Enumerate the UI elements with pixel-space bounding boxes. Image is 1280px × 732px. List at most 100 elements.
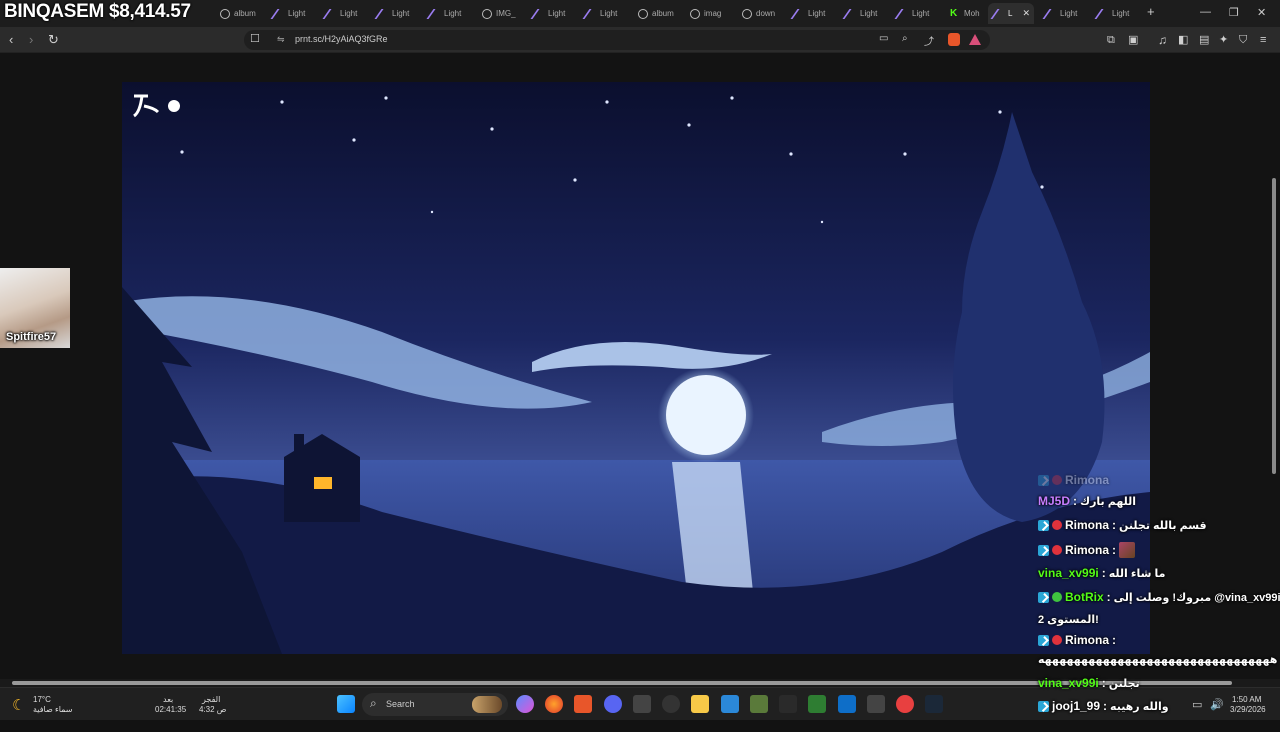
browser-tab[interactable]: Light: [424, 3, 474, 24]
leo-icon[interactable]: ▣: [1128, 32, 1138, 48]
chat-username[interactable]: Rimona: [1065, 518, 1109, 532]
chat-separator: :: [1112, 543, 1117, 557]
moderator-badge-icon: [1038, 519, 1049, 531]
tab-label: album: [234, 9, 256, 18]
browser-tab[interactable]: Light: [1040, 3, 1090, 24]
browser-tab[interactable]: Light: [320, 3, 370, 24]
url-text[interactable]: prnt.sc/H2yAiAQ3fGRe: [295, 34, 388, 44]
brave-rewards-icon[interactable]: [969, 34, 981, 45]
browser-tab[interactable]: Light: [372, 3, 422, 24]
app-icon-4[interactable]: [867, 695, 885, 713]
chat-username[interactable]: vina_xv99i: [1038, 676, 1099, 690]
browser-tab[interactable]: Light: [580, 3, 630, 24]
chat-message: ههههههههههههههههههههههههههههههههه: [1038, 653, 1280, 666]
browser-tab[interactable]: imag: [684, 3, 734, 24]
cast-icon[interactable]: ▭: [879, 33, 888, 44]
browser-tab[interactable]: Light: [840, 3, 890, 24]
forward-icon[interactable]: ›: [29, 32, 33, 48]
pen-icon: [990, 8, 1008, 19]
file-explorer-icon[interactable]: [691, 695, 709, 713]
pen-icon: [374, 8, 392, 19]
close-tab-icon[interactable]: ✕: [1022, 8, 1030, 19]
tab-label: Light: [808, 9, 826, 18]
chat-username[interactable]: BotRix: [1065, 590, 1104, 604]
app-icon-3[interactable]: [779, 695, 797, 713]
chat-username[interactable]: MJ5D: [1038, 494, 1070, 508]
tab-label: imag: [704, 9, 722, 18]
browser-tab[interactable]: Light: [1092, 3, 1142, 24]
start-button-icon[interactable]: [337, 695, 355, 713]
chat-separator: :: [1101, 676, 1106, 690]
reload-icon[interactable]: ↻: [48, 32, 59, 48]
browser-tab[interactable]: Light: [788, 3, 838, 24]
share-icon[interactable]: ⤴: [924, 33, 934, 48]
chat-username[interactable]: vina_xv99i: [1038, 566, 1099, 580]
chat-message: MJ5D : اللهم بارك: [1038, 494, 1280, 508]
search-highlight-icon: [472, 696, 502, 713]
browser-tab[interactable]: K Moh: [944, 3, 994, 24]
obs-icon[interactable]: [662, 695, 680, 713]
moderator-badge-icon: [1038, 474, 1049, 486]
steam-icon[interactable]: [925, 695, 943, 713]
weather-desc[interactable]: سماء صافية: [33, 705, 73, 715]
browser-tab[interactable]: album: [214, 3, 264, 24]
copilot-icon[interactable]: [516, 695, 534, 713]
close-window-button[interactable]: ✕: [1257, 6, 1266, 19]
minimize-button[interactable]: —: [1200, 6, 1211, 18]
brave-shield-icon[interactable]: [948, 33, 960, 46]
vscode-blue-icon[interactable]: [721, 695, 739, 713]
bookmark-icon[interactable]: ☐: [250, 32, 260, 45]
visual-studio-code-icon[interactable]: [838, 695, 856, 713]
browser-tab[interactable]: Light: [268, 3, 318, 24]
excel-icon[interactable]: [808, 695, 826, 713]
kick-icon: K: [950, 7, 958, 19]
globe-icon: [482, 8, 492, 19]
wallet-icon[interactable]: ▤: [1199, 32, 1209, 48]
search-label: Search: [386, 699, 415, 709]
site-info-icon[interactable]: ⇋: [277, 34, 285, 45]
browser-toolbar: ‹ › ↻ ☐ ⇋ prnt.sc/H2yAiAQ3fGRe ▭ ⌕ ⤴ ⧉ ▣…: [0, 27, 1280, 53]
weather-temp[interactable]: 17°C: [33, 695, 51, 705]
chat-separator: :: [1112, 633, 1117, 647]
vertical-scroll-thumb[interactable]: [1272, 178, 1276, 474]
chat-username[interactable]: Rimona: [1065, 543, 1109, 557]
prayer-countdown: 02:41:35: [155, 705, 187, 714]
browser-tab[interactable]: down: [736, 3, 786, 24]
zoom-icon[interactable]: ⌕: [902, 33, 908, 44]
new-tab-button[interactable]: +: [1147, 4, 1155, 19]
chat-text: مبروك! وصلت إلى @vina_xv99i: [1113, 591, 1280, 604]
taskbar-search-box[interactable]: ⌕ Search: [362, 693, 508, 716]
tab-label: album: [652, 9, 674, 18]
menu-icon[interactable]: ≡: [1260, 32, 1266, 48]
tab-label: Light: [444, 9, 462, 18]
browser-tab[interactable]: IMG_: [476, 3, 526, 24]
weather-moon-icon[interactable]: ☾: [12, 696, 25, 714]
webcam-overlay: Spitfire57: [0, 268, 70, 348]
tab-label: Light: [860, 9, 878, 18]
app-icon-1[interactable]: [633, 695, 651, 713]
browser-tab[interactable]: L ✕: [988, 3, 1034, 24]
chat-text: والله رهيبه: [1110, 700, 1169, 713]
chat-username[interactable]: Rimona: [1065, 633, 1109, 647]
sidebar-icon[interactable]: ◧: [1178, 32, 1188, 48]
chat-username[interactable]: jooj1_99: [1052, 699, 1100, 713]
discord-icon[interactable]: [604, 695, 622, 713]
streamer-name: Spitfire57: [6, 331, 57, 343]
app-icon-5[interactable]: [896, 695, 914, 713]
browser-tab[interactable]: Light: [528, 3, 578, 24]
restore-button[interactable]: ❐: [1229, 6, 1239, 19]
extensions-icon[interactable]: ⧉: [1107, 32, 1115, 48]
back-icon[interactable]: ‹: [9, 32, 13, 48]
browser-tab[interactable]: Light: [892, 3, 942, 24]
vpn-icon[interactable]: ⛉: [1239, 32, 1247, 48]
chat-separator: :: [1073, 494, 1078, 508]
app-icon-2[interactable]: [750, 695, 768, 713]
globe-icon: [220, 8, 230, 19]
brave-icon[interactable]: [574, 695, 592, 713]
stream-ticker-overlay: BINQASEM $8,414.57: [4, 1, 191, 22]
browser-tab[interactable]: album: [632, 3, 682, 24]
media-icon[interactable]: ♫: [1158, 32, 1167, 48]
address-bar[interactable]: ☐ ⇋ prnt.sc/H2yAiAQ3fGRe ▭ ⌕ ⤴: [244, 30, 990, 50]
ai-icon[interactable]: ✦: [1219, 32, 1228, 48]
firefox-icon[interactable]: [545, 695, 563, 713]
